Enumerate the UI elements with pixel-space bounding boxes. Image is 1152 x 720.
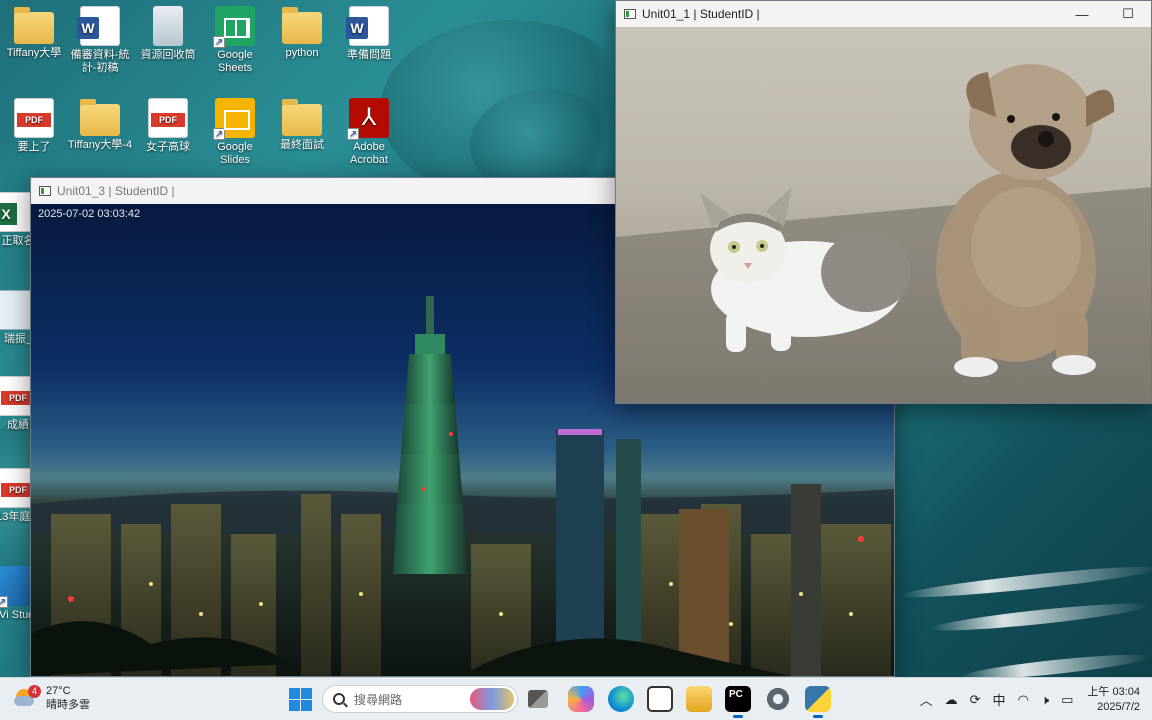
weather-notification-badge: 4 <box>28 685 41 698</box>
app-window-icon <box>624 9 636 19</box>
desktop-icon-word-questions[interactable]: 準備問題 <box>335 6 403 62</box>
shortcut-arrow-icon: ↗ <box>347 128 359 140</box>
desktop-icon-label: 瑞振_ <box>3 333 33 345</box>
windows-logo-icon <box>289 688 300 699</box>
search-placeholder: 搜尋網路 <box>354 692 403 707</box>
system-tray: ︿ ☁ ⟳ 中 ◠ 🕨 ▭ 上午 03:04 2025/7/2 <box>914 678 1152 720</box>
snipping-tool-icon[interactable] <box>647 686 673 712</box>
maximize-icon: ☐ <box>1122 6 1134 21</box>
weather-description: 晴時多雲 <box>46 699 90 711</box>
folder-icon <box>282 99 322 136</box>
shortcut-arrow-icon: ↗ <box>213 36 225 48</box>
search-icon <box>333 693 345 705</box>
desktop-icon-python-folder[interactable]: python <box>268 6 336 60</box>
folder-icon <box>80 99 120 136</box>
desktop-icon-tiffany-folder[interactable]: Tiffany大學 <box>0 6 68 60</box>
pdf-icon <box>148 98 188 138</box>
weather-temperature: 27°C <box>46 685 71 697</box>
taskbar-search-box[interactable]: 搜尋網路 <box>322 685 518 713</box>
desktop-icon-label: Google Sheets <box>217 49 253 74</box>
shortcut-arrow-icon: ↗ <box>0 596 8 608</box>
google-sheets-icon: ↗ <box>213 6 255 48</box>
clock-date: 2025/7/2 <box>1097 700 1140 713</box>
clock-time: 上午 03:04 <box>1087 685 1140 698</box>
settings-gear-icon[interactable] <box>765 686 791 712</box>
input-method-indicator[interactable]: 中 <box>993 690 1006 709</box>
shortcut-arrow-icon: ↗ <box>213 128 225 140</box>
start-button[interactable] <box>287 686 313 712</box>
word-icon <box>346 6 389 46</box>
pdf-icon <box>14 98 54 138</box>
recycle-bin-icon <box>153 6 183 46</box>
adobe-acrobat-icon: ↗ <box>347 98 389 140</box>
desktop-icon-label: Tiffany大學-4 <box>67 139 133 151</box>
minimize-icon: — <box>1075 6 1089 22</box>
desktop-icon-adobe-acrobat[interactable]: ↗ Adobe Acrobat <box>335 98 403 167</box>
file-explorer-icon[interactable] <box>686 686 712 712</box>
word-icon <box>77 6 120 46</box>
desktop-icon-label: 備審資料-統計-初稿 <box>70 49 130 74</box>
desktop-icon-label: 女子高球 <box>146 141 190 153</box>
desktop-icon-tiffany-folder-4[interactable]: Tiffany大學-4 <box>66 98 134 152</box>
taskbar-clock[interactable]: 上午 03:04 2025/7/2 <box>1087 685 1140 715</box>
weather-text: 27°C 晴時多雲 <box>46 684 90 712</box>
folder-icon <box>282 7 322 44</box>
folder-icon <box>14 7 54 44</box>
desktop-icon-label: 資源回收筒 <box>140 49 196 61</box>
edge-browser-icon[interactable] <box>608 686 634 712</box>
sync-update-icon[interactable]: ⟳ <box>970 692 981 708</box>
speaker-muted-icon[interactable]: 🕨 <box>1041 692 1049 708</box>
desktop-icon-label: 準備問題 <box>347 49 391 61</box>
desktop-icon-pdf-golf[interactable]: 女子高球 <box>134 98 202 154</box>
window-title: Unit01_1 | StudentID | <box>642 7 760 21</box>
minimize-button[interactable]: — <box>1059 1 1105 27</box>
window-controls: — ☐ <box>1059 1 1151 27</box>
wifi-icon[interactable]: ◠ <box>1018 692 1029 708</box>
desktop-icon-label: python <box>285 47 319 59</box>
weather-widget[interactable]: 4 27°C 晴時多雲 <box>14 684 90 712</box>
desktop-icon-final-interview[interactable]: 最終面試 <box>268 98 336 152</box>
pycharm-icon[interactable] <box>725 686 751 718</box>
app-window-icon <box>39 186 51 196</box>
desktop-icon-recycle-bin[interactable]: 資源回收筒 <box>134 6 202 62</box>
google-slides-icon: ↗ <box>213 98 255 140</box>
window-titlebar[interactable]: Unit01_1 | StudentID | — ☐ <box>616 1 1151 27</box>
partly-cloudy-icon: 4 <box>14 685 41 709</box>
maximize-button[interactable]: ☐ <box>1105 1 1151 27</box>
desktop-icon-label: Tiffany大學 <box>6 47 62 59</box>
copilot-icon[interactable] <box>568 686 594 712</box>
show-hidden-icons-chevron-icon[interactable]: ︿ <box>920 690 933 709</box>
taskbar: 4 27°C 晴時多雲 搜尋網路 ︿ ☁ ⟳ 中 ◠ 🕨 ▭ 上午 03:04 … <box>0 677 1152 720</box>
python-icon[interactable] <box>805 686 831 718</box>
timestamp-overlay: 2025-07-02 03:03:42 <box>38 208 141 220</box>
desktop-icon-google-slides[interactable]: ↗ Google Slides <box>201 98 269 167</box>
desktop-icon-word-doc[interactable]: 備審資料-統計-初稿 <box>66 6 134 75</box>
cat-and-puppy-image <box>616 27 1151 403</box>
window-unit01-1[interactable]: Unit01_1 | StudentID | — ☐ <box>615 0 1152 404</box>
desktop-icon-label: Google Slides <box>217 141 253 166</box>
desktop-icon-label: Adobe Acrobat <box>350 141 388 166</box>
pets-graphic <box>616 64 1151 403</box>
desktop-icon-label: 最終面試 <box>280 139 324 151</box>
window-title: Unit01_3 | StudentID | <box>57 184 175 198</box>
onedrive-cloud-icon[interactable]: ☁ <box>945 692 958 708</box>
battery-icon[interactable]: ▭ <box>1061 692 1073 708</box>
desktop-icon-pdf-1[interactable]: 要上了 <box>0 98 68 154</box>
task-view-button[interactable] <box>528 690 548 708</box>
search-highlight-icon <box>470 688 514 710</box>
desktop-icon-label: 成績 <box>7 419 29 431</box>
desktop-icon-label: 要上了 <box>17 141 51 153</box>
desktop-icon-google-sheets[interactable]: ↗ Google Sheets <box>201 6 269 75</box>
